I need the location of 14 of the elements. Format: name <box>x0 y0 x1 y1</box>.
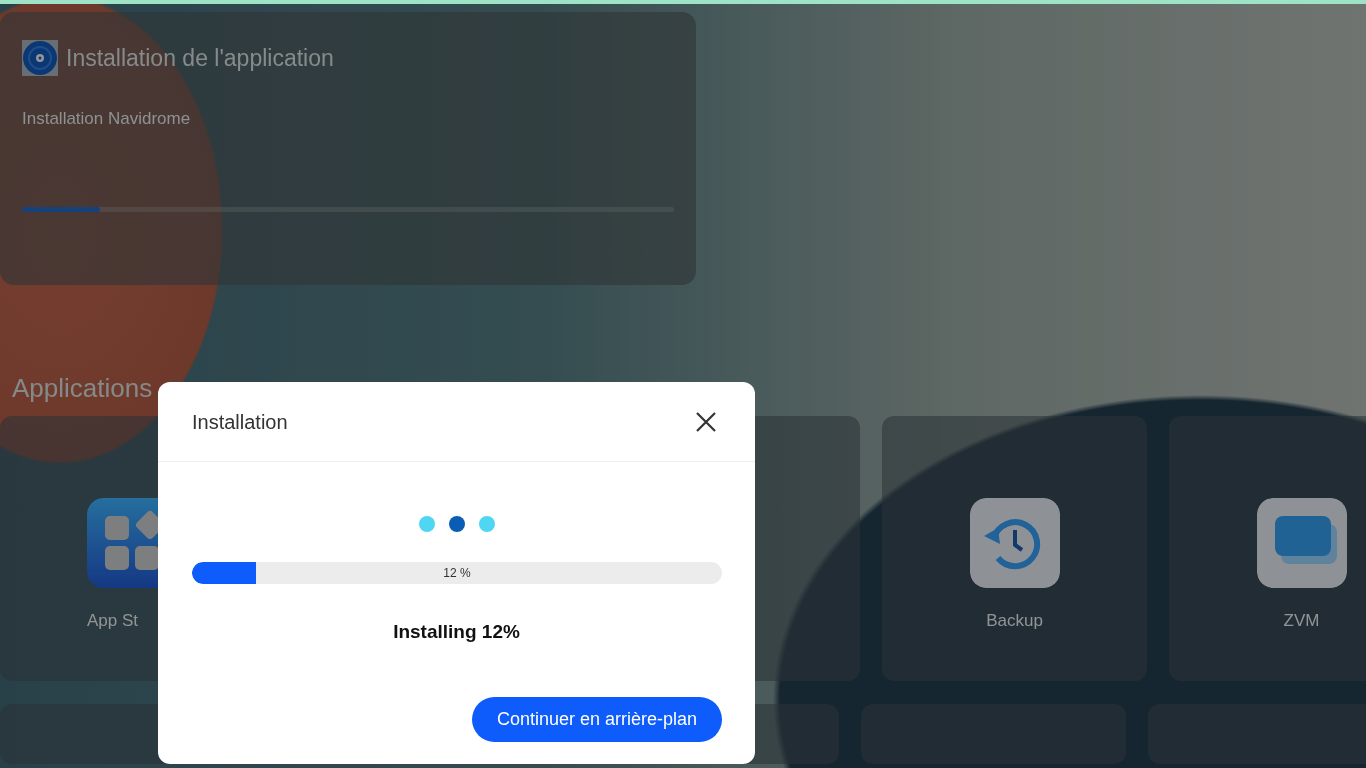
app-label: Backup <box>986 610 1043 632</box>
background-button[interactable]: Continuer en arrière-plan <box>471 697 722 742</box>
backup-clock-icon <box>969 498 1060 588</box>
notification-title: Installation de l'application <box>66 43 334 73</box>
disc-icon <box>22 40 58 76</box>
section-title: Applications <box>12 372 154 405</box>
progress-reading: 12 % <box>443 565 471 582</box>
app-label: ZVM <box>1283 610 1320 632</box>
dialog-title: Installation <box>192 409 288 435</box>
notification-message: Installation Navidrome <box>22 108 192 130</box>
status-text: Installing 12% <box>392 620 521 644</box>
app-label: App St <box>87 610 139 632</box>
window-stack-icon <box>1256 498 1347 588</box>
close-icon <box>695 411 717 434</box>
